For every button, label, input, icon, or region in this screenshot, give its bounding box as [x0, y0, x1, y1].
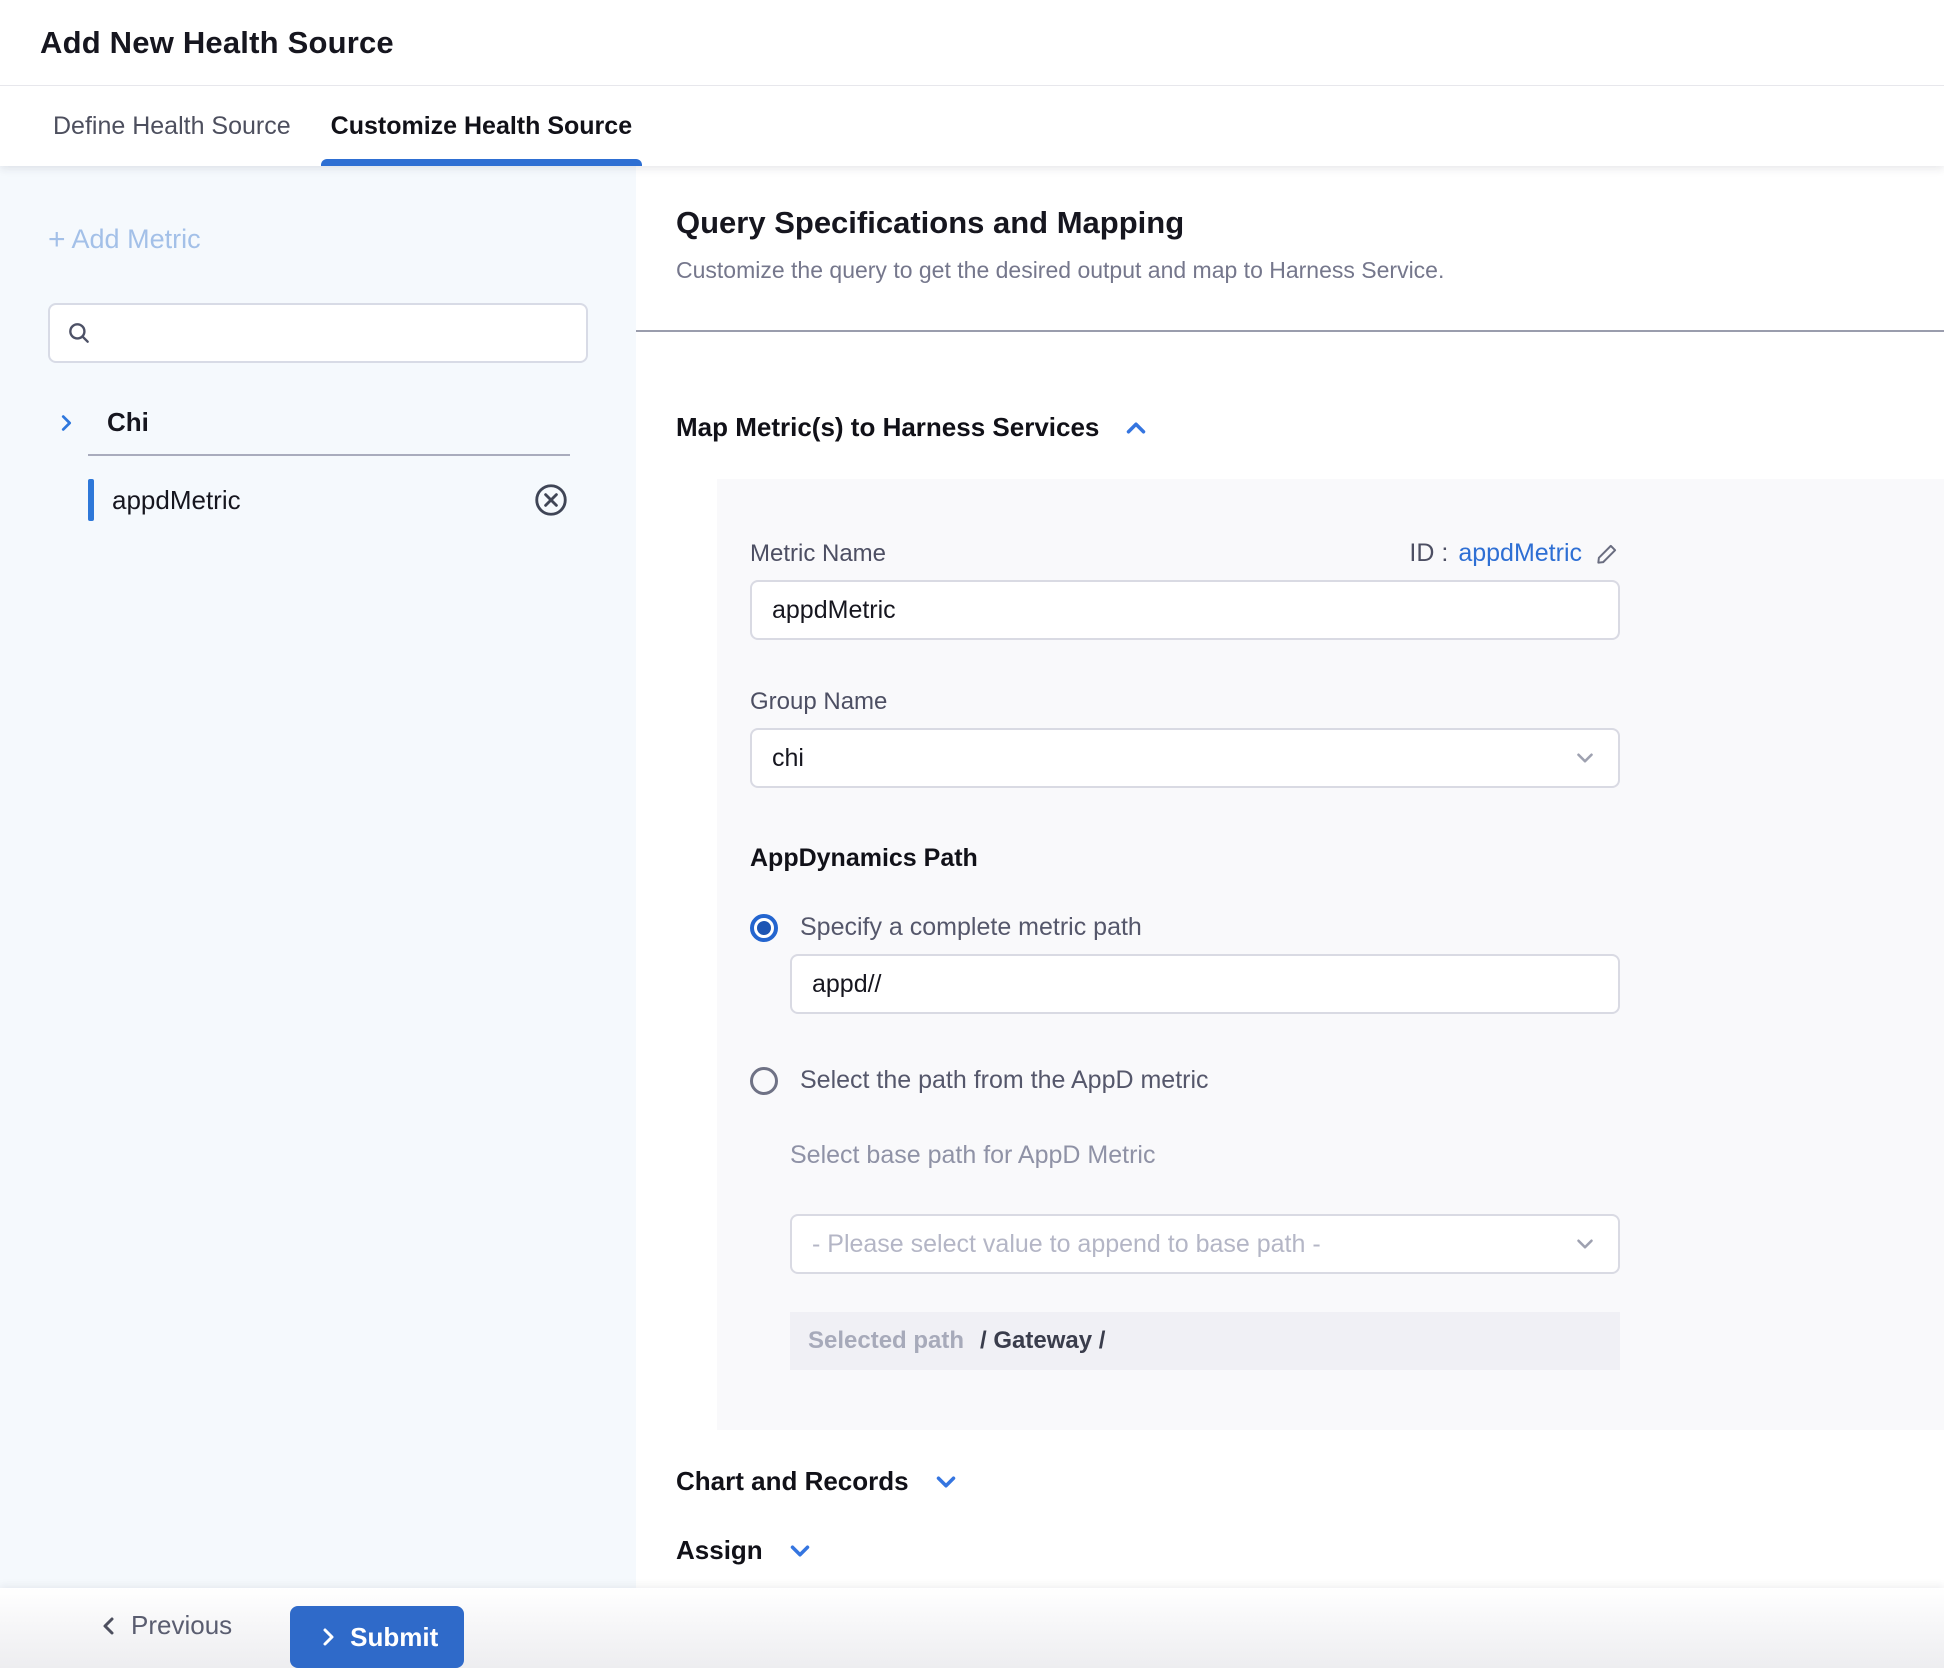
id-label: ID :: [1409, 539, 1448, 568]
selected-indicator-bar: [88, 479, 94, 521]
circle-x-icon: [532, 481, 570, 519]
radio-selected-icon: [750, 914, 778, 942]
chevron-left-icon: [97, 1614, 121, 1638]
add-metric-button[interactable]: + Add Metric: [48, 224, 201, 255]
metric-search: [48, 303, 588, 363]
add-health-source-dialog: Add New Health Source Define Health Sour…: [0, 0, 1944, 1668]
chevron-right-icon: [55, 412, 77, 434]
assign-section-toggle[interactable]: Assign: [676, 1535, 1944, 1566]
metric-item-label: appdMetric: [112, 485, 241, 516]
group-name-label: Group Name: [750, 688, 1620, 716]
delete-metric-button[interactable]: [532, 481, 570, 519]
group-divider: [88, 454, 570, 456]
selected-path-value: / Gateway /: [980, 1327, 1105, 1355]
query-mapping-panel: Query Specifications and Mapping Customi…: [636, 166, 1944, 1588]
tab-bar: Define Health Source Customize Health So…: [0, 86, 1944, 166]
chevron-down-icon: [1572, 1231, 1598, 1257]
id-value: appdMetric: [1458, 539, 1582, 568]
group-label: Chi: [107, 407, 149, 438]
section-subtitle: Customize the query to get the desired o…: [676, 257, 1944, 284]
selected-path-display: Selected path / Gateway /: [790, 1312, 1620, 1370]
metric-name-input[interactable]: [750, 580, 1620, 640]
chevron-up-icon: [1121, 413, 1151, 443]
chevron-down-icon: [931, 1467, 961, 1497]
metric-mapping-form: Metric Name ID : appdMetric Group Name c…: [717, 479, 1944, 1430]
metric-id-group: ID : appdMetric: [1409, 539, 1620, 568]
chevron-right-icon: [316, 1625, 340, 1649]
radio-label: Specify a complete metric path: [800, 913, 1142, 942]
add-metric-label: Add Metric: [72, 224, 201, 255]
radio-complete-metric-path[interactable]: Specify a complete metric path: [750, 913, 1620, 942]
search-icon: [66, 320, 92, 346]
edit-pencil-icon[interactable]: [1594, 541, 1620, 567]
metrics-sidebar: + Add Metric Chi appdMetric: [0, 166, 636, 1588]
plus-icon: +: [48, 225, 66, 255]
metric-list-item-appdmetric[interactable]: appdMetric: [88, 468, 570, 532]
base-path-label: Select base path for AppD Metric: [790, 1141, 1620, 1170]
previous-label: Previous: [131, 1610, 232, 1641]
group-name-value: chi: [772, 744, 804, 773]
submit-button[interactable]: Submit: [290, 1606, 464, 1668]
base-path-select[interactable]: - Please select value to append to base …: [790, 1214, 1620, 1274]
assign-title: Assign: [676, 1535, 763, 1566]
tab-label: Customize Health Source: [331, 112, 632, 141]
group-name-select[interactable]: chi: [750, 728, 1620, 788]
chart-and-records-title: Chart and Records: [676, 1466, 909, 1497]
metric-group-chi[interactable]: Chi: [55, 407, 636, 438]
dialog-header: Add New Health Source: [0, 0, 1944, 86]
dialog-footer: Previous Submit: [0, 1588, 1944, 1668]
chevron-down-icon: [1572, 745, 1598, 771]
tab-define-health-source[interactable]: Define Health Source: [43, 86, 301, 166]
tab-customize-health-source[interactable]: Customize Health Source: [321, 86, 642, 166]
previous-button[interactable]: Previous: [97, 1610, 232, 1641]
page-title: Add New Health Source: [40, 25, 394, 61]
chevron-down-icon: [785, 1536, 815, 1566]
complete-metric-path-input[interactable]: [790, 954, 1620, 1014]
chart-and-records-section-toggle[interactable]: Chart and Records: [676, 1466, 1944, 1497]
appdynamics-path-heading: AppDynamics Path: [750, 844, 1620, 873]
base-path-placeholder: - Please select value to append to base …: [812, 1230, 1321, 1259]
metric-name-label: Metric Name: [750, 540, 886, 568]
tab-label: Define Health Source: [53, 112, 291, 141]
radio-unselected-icon: [750, 1067, 778, 1095]
map-metrics-section-title: Map Metric(s) to Harness Services: [676, 412, 1099, 443]
radio-select-path-from-appd[interactable]: Select the path from the AppD metric: [750, 1066, 1620, 1095]
selected-path-label: Selected path: [808, 1327, 964, 1355]
radio-label: Select the path from the AppD metric: [800, 1066, 1209, 1095]
section-title: Query Specifications and Mapping: [676, 205, 1944, 241]
search-input[interactable]: [104, 305, 570, 361]
submit-label: Submit: [350, 1622, 438, 1653]
content-divider: [636, 330, 1944, 332]
map-metrics-section-toggle[interactable]: Map Metric(s) to Harness Services: [676, 412, 1944, 443]
